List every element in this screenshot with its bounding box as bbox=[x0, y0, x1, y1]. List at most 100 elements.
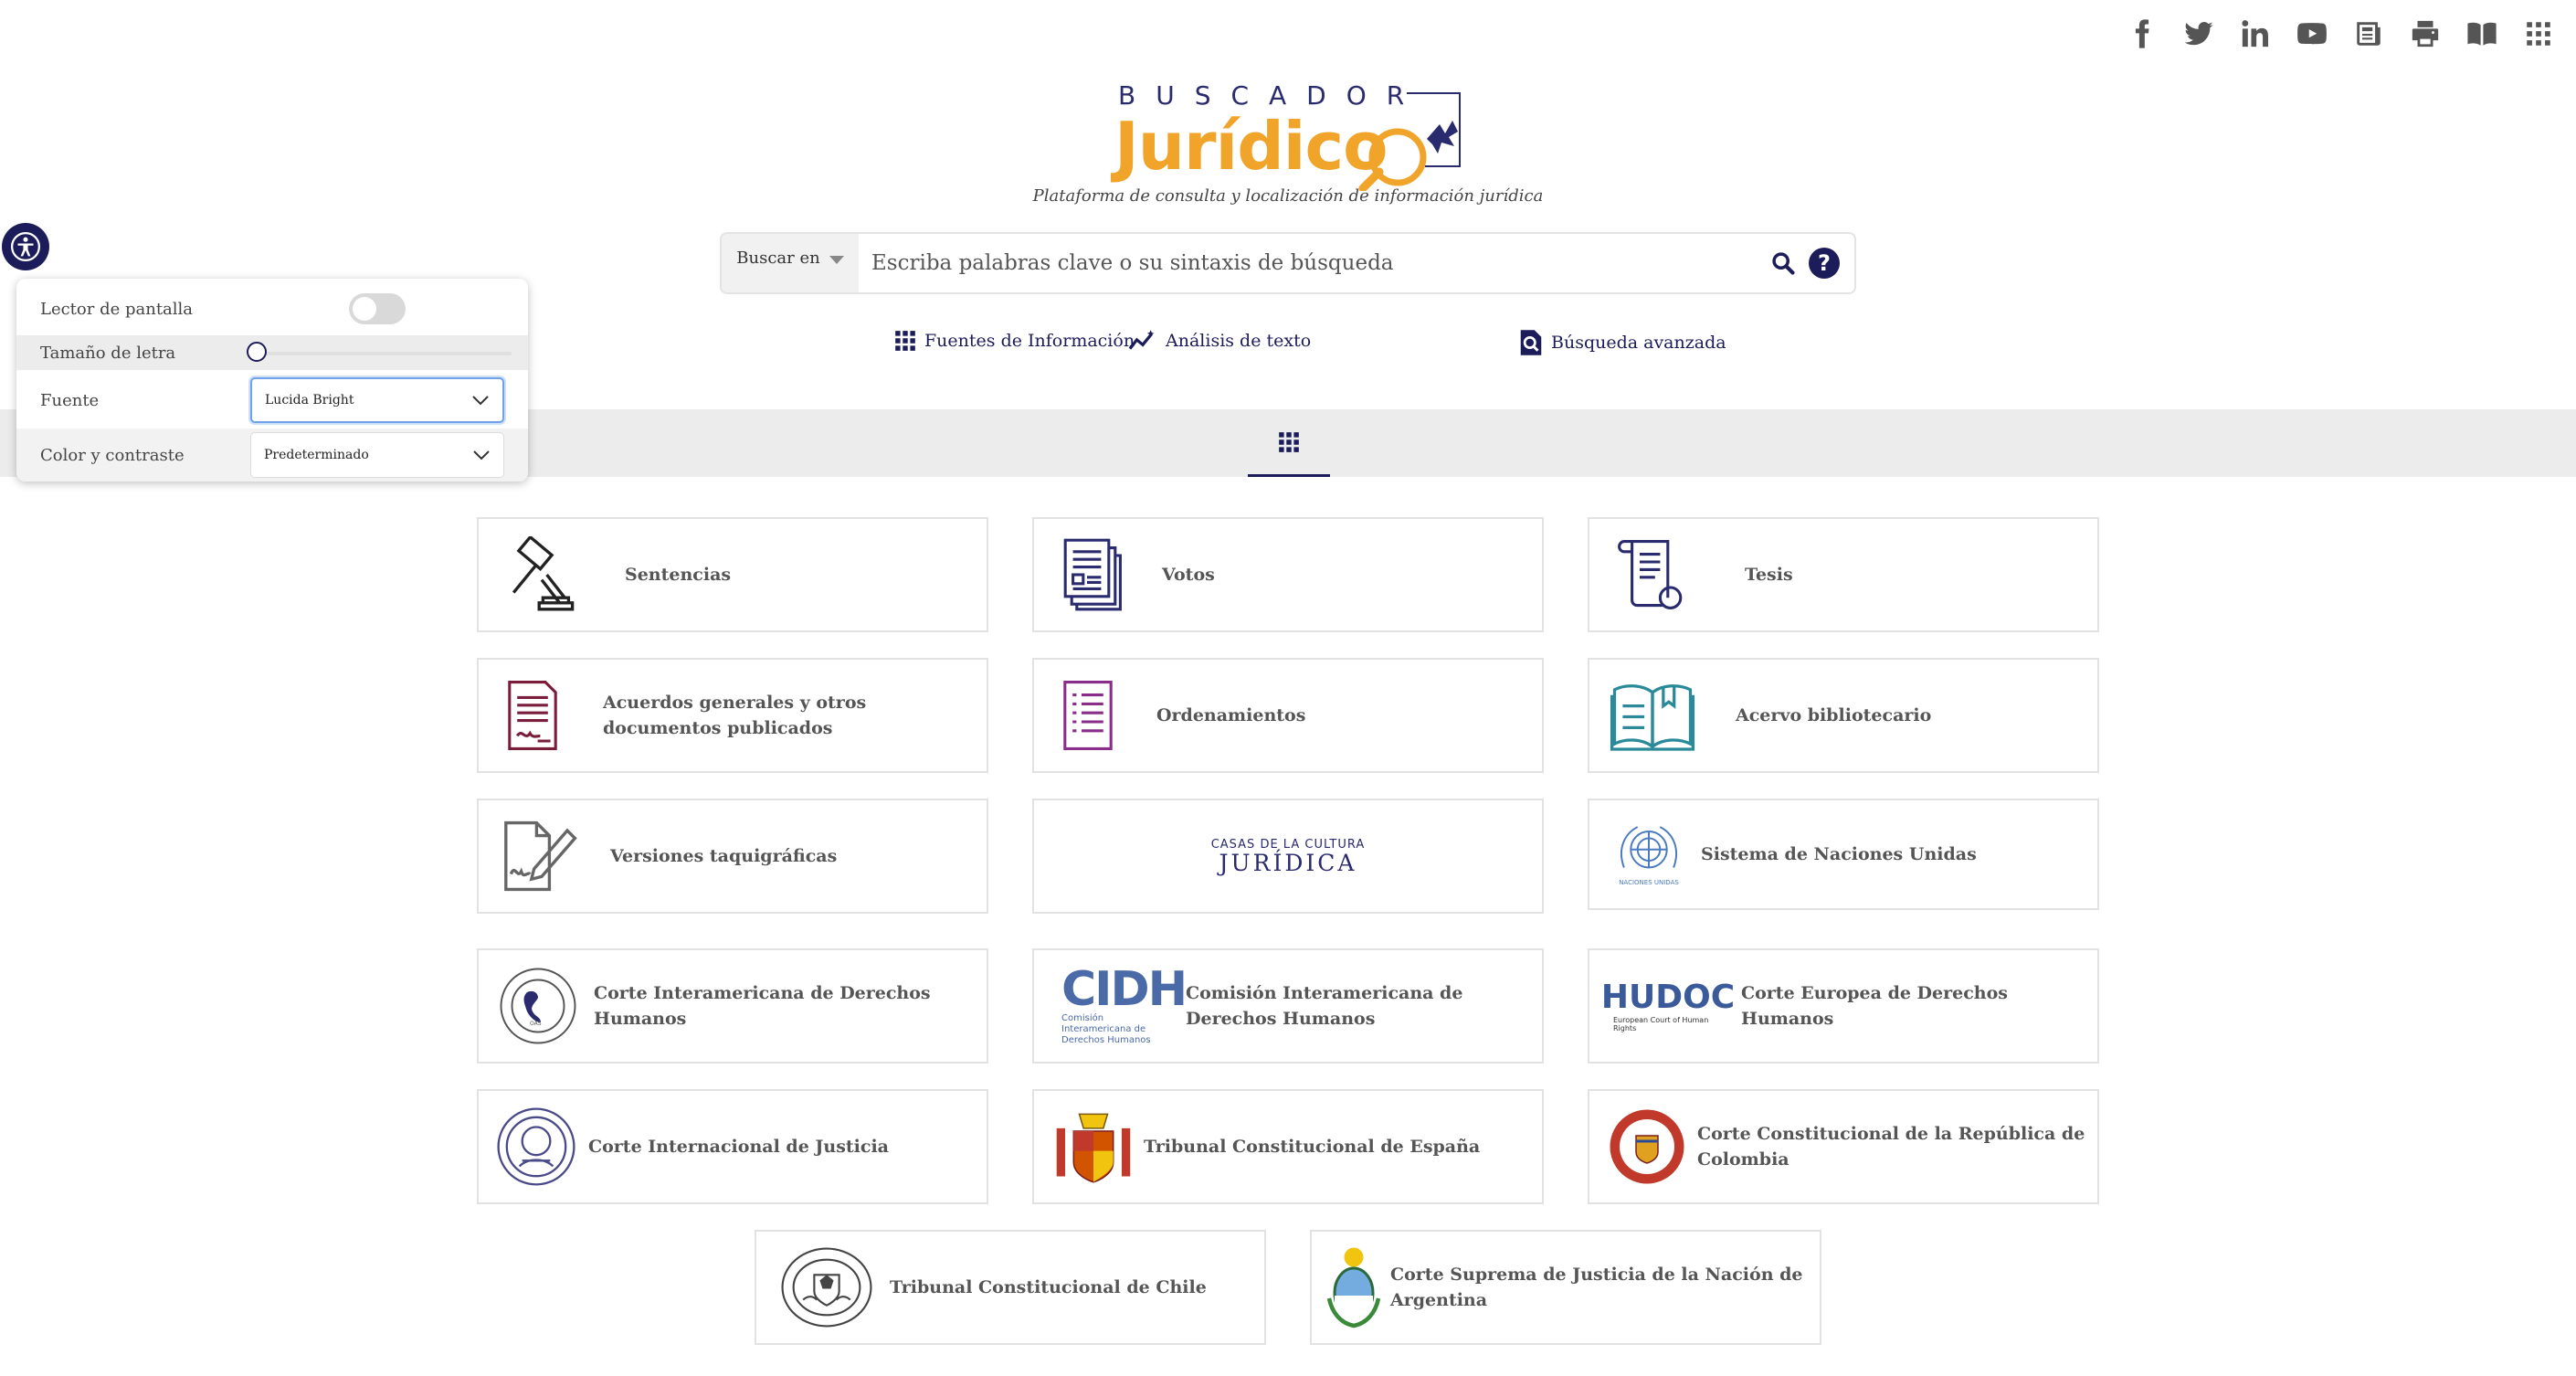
signed-document-icon bbox=[482, 665, 583, 766]
font-size-row: Tamaño de letra bbox=[16, 335, 528, 370]
text-analysis-link[interactable]: Análisis de texto bbox=[1127, 329, 1311, 353]
contrast-row: Color y contraste Predeterminado bbox=[16, 429, 528, 482]
open-book-icon bbox=[1602, 665, 1703, 766]
facebook-icon[interactable] bbox=[2125, 16, 2159, 51]
card-title: Tribunal Constitucional de Chile bbox=[890, 1277, 1207, 1297]
tagline: Plataforma de consulta y localización de… bbox=[1032, 186, 1544, 206]
search-input[interactable] bbox=[859, 235, 1765, 291]
caret-down-icon bbox=[829, 256, 844, 264]
card-corte-argentina[interactable]: Corte Suprema de Justicia de la Nación d… bbox=[1310, 1230, 1821, 1345]
print-icon[interactable] bbox=[2408, 16, 2443, 51]
gavel-icon bbox=[491, 524, 592, 625]
grid-icon bbox=[895, 331, 915, 351]
argentina-coat-of-arms bbox=[1317, 1237, 1390, 1338]
pen-document-icon bbox=[491, 806, 592, 906]
un-logo-caption: NACIONES UNIDAS bbox=[1619, 879, 1679, 886]
card-title: Ordenamientos bbox=[1156, 705, 1306, 725]
card-casas-cultura[interactable]: CASAS DE LA CULTURA JURÍDICA bbox=[1032, 799, 1544, 914]
card-acervo[interactable]: Acervo bibliotecario bbox=[1588, 658, 2099, 773]
hudoc-logo: HUDOC European Court of Human Rights bbox=[1601, 956, 1735, 1056]
chile-court-seal bbox=[776, 1237, 877, 1338]
text-analysis-link-label: Análisis de texto bbox=[1166, 331, 1312, 351]
card-tesis[interactable]: Tesis bbox=[1588, 517, 2099, 632]
slider-thumb[interactable] bbox=[247, 342, 267, 362]
magnifier-eagle-icon bbox=[1358, 92, 1461, 191]
font-select-value: Lucida Bright bbox=[265, 393, 354, 408]
card-title: Tesis bbox=[1745, 565, 1793, 585]
icj-seal bbox=[486, 1096, 586, 1197]
advanced-search-link[interactable]: Búsqueda avanzada bbox=[1518, 329, 1726, 356]
screen-reader-toggle[interactable] bbox=[349, 293, 406, 324]
twitter-icon[interactable] bbox=[2181, 16, 2216, 51]
contrast-select-value: Predeterminado bbox=[264, 448, 369, 462]
buscador-juridico-logo[interactable]: BUSCADOR Jurídico bbox=[1069, 80, 1471, 199]
cidh-logo-text: CIDH bbox=[1061, 962, 1188, 1017]
card-corte-internacional[interactable]: Corte Internacional de Justicia bbox=[477, 1089, 988, 1204]
sources-link-label: Fuentes de Información bbox=[924, 331, 1135, 351]
help-icon[interactable]: ? bbox=[1809, 248, 1840, 279]
card-title: Acervo bibliotecario bbox=[1736, 705, 1932, 725]
search-scope-label: Buscar en bbox=[736, 249, 820, 268]
card-votos[interactable]: Votos bbox=[1032, 517, 1544, 632]
font-size-label: Tamaño de letra bbox=[40, 343, 176, 363]
social-bar bbox=[2125, 16, 2556, 51]
card-title: Corte Europea de Derechos Humanos bbox=[1741, 983, 2008, 1029]
sources-link[interactable]: Fuentes de Información bbox=[893, 329, 1135, 353]
card-corte-europea[interactable]: HUDOC European Court of Human Rights Cor… bbox=[1588, 948, 2099, 1064]
card-title: Sistema de Naciones Unidas bbox=[1701, 844, 1977, 864]
card-title: Tribunal Constitucional de España bbox=[1144, 1137, 1481, 1157]
news-icon[interactable] bbox=[2351, 16, 2386, 51]
un-logo: NACIONES UNIDAS bbox=[1599, 804, 1699, 905]
screen-reader-row: Lector de pantalla bbox=[16, 288, 528, 330]
hudoc-logo-caption: European Court of Human Rights bbox=[1613, 1016, 1709, 1032]
chevron-down-icon bbox=[473, 450, 490, 460]
card-comision-interamericana[interactable]: CIDH Comisión Interamericana de Derechos… bbox=[1032, 948, 1544, 1064]
casas-cultura-logo: CASAS DE LA CULTURA JURÍDICA bbox=[1211, 838, 1366, 875]
iachr-seal: OAS bbox=[488, 956, 588, 1056]
accessibility-icon bbox=[10, 231, 41, 262]
font-select[interactable]: Lucida Bright bbox=[250, 377, 504, 423]
search-bar: Buscar en ? bbox=[720, 232, 1856, 294]
document-search-icon bbox=[1520, 330, 1542, 355]
card-title: Acuerdos generales y otros documentos pu… bbox=[603, 693, 867, 738]
font-size-slider[interactable] bbox=[247, 342, 512, 362]
chart-sparkle-icon bbox=[1128, 330, 1155, 350]
accessibility-button[interactable] bbox=[2, 223, 49, 270]
card-title: Votos bbox=[1162, 565, 1215, 585]
search-scope-dropdown[interactable]: Buscar en bbox=[722, 234, 859, 292]
book-open-icon[interactable] bbox=[2465, 16, 2499, 51]
card-ordenamientos[interactable]: Ordenamientos bbox=[1032, 658, 1544, 773]
card-sentencias[interactable]: Sentencias bbox=[477, 517, 988, 632]
hudoc-logo-text: HUDOC bbox=[1600, 979, 1736, 1016]
spain-coat-of-arms bbox=[1043, 1096, 1144, 1197]
screen-reader-label: Lector de pantalla bbox=[40, 299, 194, 319]
card-tribunal-espana[interactable]: Tribunal Constitucional de España bbox=[1032, 1089, 1544, 1204]
grid-view-tab[interactable] bbox=[1248, 409, 1330, 477]
card-title: Corte Interamericana de Derechos Humanos bbox=[594, 983, 931, 1029]
advanced-search-link-label: Búsqueda avanzada bbox=[1551, 333, 1726, 353]
card-tribunal-chile[interactable]: Tribunal Constitucional de Chile bbox=[755, 1230, 1266, 1345]
search-icon[interactable] bbox=[1765, 245, 1801, 281]
svg-text:OAS: OAS bbox=[530, 1021, 542, 1027]
logo-line: JURÍDICA bbox=[1219, 849, 1357, 876]
scroll-icon bbox=[1602, 524, 1703, 625]
card-naciones-unidas[interactable]: NACIONES UNIDAS Sistema de Naciones Unid… bbox=[1588, 799, 2099, 910]
colombia-court-seal bbox=[1597, 1096, 1697, 1197]
list-document-icon bbox=[1038, 665, 1138, 766]
card-title: Corte Suprema de Justicia de la Nación d… bbox=[1390, 1265, 1803, 1310]
card-versiones[interactable]: Versiones taquigráficas bbox=[477, 799, 988, 914]
linkedin-icon[interactable] bbox=[2238, 16, 2273, 51]
card-corte-colombia[interactable]: Corte Constitucional de la República de … bbox=[1588, 1089, 2099, 1204]
apps-grid-icon[interactable] bbox=[2521, 16, 2556, 51]
cidh-logo-caption: Comisión Interamericana de Derechos Huma… bbox=[1061, 1013, 1151, 1045]
card-corte-interamericana[interactable]: OAS Corte Interamericana de Derechos Hum… bbox=[477, 948, 988, 1064]
card-title: Sentencias bbox=[625, 565, 732, 585]
card-acuerdos[interactable]: Acuerdos generales y otros documentos pu… bbox=[477, 658, 988, 773]
cidh-logo: CIDH Comisión Interamericana de Derechos… bbox=[1061, 956, 1188, 1056]
youtube-icon[interactable] bbox=[2295, 16, 2329, 51]
contrast-select[interactable]: Predeterminado bbox=[250, 432, 504, 478]
font-label: Fuente bbox=[40, 390, 100, 410]
chevron-down-icon bbox=[472, 396, 489, 406]
card-title: Comisión Interamericana de Derechos Huma… bbox=[1186, 983, 1463, 1029]
grid-icon bbox=[1279, 431, 1299, 452]
